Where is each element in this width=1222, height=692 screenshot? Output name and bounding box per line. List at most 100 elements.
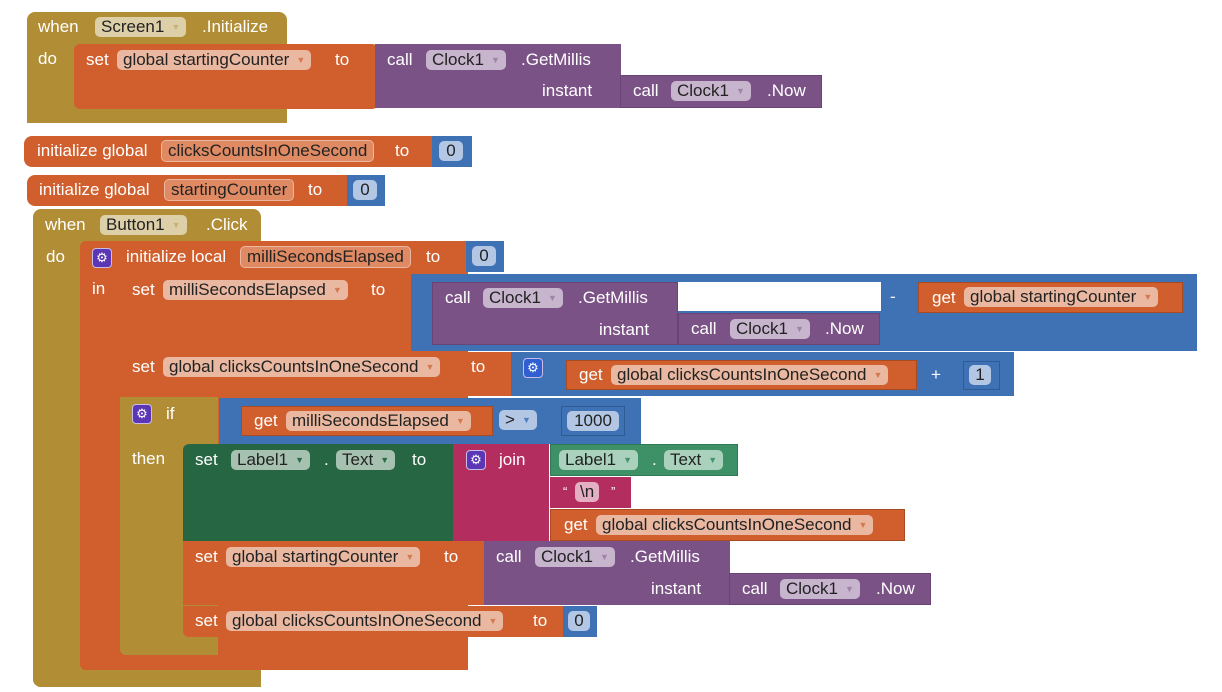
clock-getmillis-block[interactable]: call Clock1 ▼ .GetMillis instant [375, 44, 621, 108]
number-value[interactable]: 1 [969, 365, 991, 385]
get-starting-counter-block[interactable]: get global startingCounter ▼ [918, 282, 1183, 313]
clock-dropdown[interactable]: Clock1 ▼ [426, 50, 506, 70]
dropdown-arrow-icon: ▼ [425, 362, 435, 372]
to-keyword: to [426, 247, 441, 266]
variable-name: global startingCounter [970, 287, 1137, 306]
property-name: Text [670, 450, 702, 469]
variable-dropdown[interactable]: global clicksCountsInOneSecond ▼ [163, 357, 441, 377]
clock-getmillis-block[interactable]: call Clock1 ▼ .GetMillis instant [484, 541, 730, 605]
get-keyword: get [254, 411, 278, 430]
to-keyword: to [308, 180, 323, 199]
set-label-text-block[interactable]: set Label1 ▼ . Text ▼ to [183, 444, 455, 541]
mutator-gear-icon[interactable]: ⚙ [92, 248, 112, 268]
clock-now-block[interactable]: call Clock1 ▼ .Now [678, 313, 880, 345]
get-clicks-count-block[interactable]: get global clicksCountsInOneSecond ▼ [566, 360, 917, 390]
init-global-clicks-block[interactable]: initialize global clicksCountsInOneSecon… [24, 136, 434, 167]
to-keyword: to [412, 450, 427, 469]
mutator-gear-icon[interactable]: ⚙ [523, 358, 543, 378]
get-milliseconds-block[interactable]: get milliSecondsElapsed ▼ [241, 406, 493, 436]
component-name: Label1 [237, 450, 289, 469]
set-starting-counter-block[interactable]: set global startingCounter ▼ to [183, 541, 487, 605]
clock-getmillis-block[interactable]: call Clock1 ▼ .GetMillis instant [432, 282, 678, 345]
component-name: Screen1 [101, 17, 165, 36]
reset-clicks-count-block[interactable]: set global clicksCountsInOneSecond ▼ to [183, 606, 566, 637]
variable-dropdown[interactable]: global startingCounter ▼ [226, 547, 421, 567]
method-name: .GetMillis [578, 288, 648, 307]
number-block[interactable]: 1000 [561, 406, 625, 436]
property-dropdown[interactable]: Text ▼ [664, 450, 724, 470]
text-string-block[interactable]: “ \n ” [550, 477, 631, 508]
number-block[interactable]: 0 [432, 136, 472, 167]
get-keyword: get [932, 288, 956, 307]
number-block[interactable]: 0 [466, 241, 504, 272]
dot-separator: . [324, 450, 329, 469]
clock-dropdown[interactable]: Clock1 ▼ [780, 579, 860, 599]
clock-name: Clock1 [677, 81, 729, 100]
variable-dropdown[interactable]: global clicksCountsInOneSecond ▼ [226, 611, 504, 631]
clock-now-block[interactable]: call Clock1 ▼ .Now [620, 75, 822, 108]
string-value[interactable]: \n [575, 482, 600, 502]
method-name: .GetMillis [630, 547, 700, 566]
clock-dropdown[interactable]: Clock1 ▼ [671, 81, 751, 101]
set-clicks-count-block[interactable]: set global clicksCountsInOneSecond ▼ to [120, 352, 514, 396]
number-value[interactable]: 0 [439, 141, 463, 161]
clock-now-block[interactable]: call Clock1 ▼ .Now [729, 573, 931, 605]
init-global-counter-block[interactable]: initialize global startingCounter to [27, 175, 350, 206]
number-value[interactable]: 0 [568, 611, 590, 631]
component-dropdown[interactable]: Label1 ▼ [559, 450, 638, 470]
variable-dropdown[interactable]: global clicksCountsInOneSecond ▼ [596, 515, 874, 535]
clock-dropdown[interactable]: Clock1 ▼ [535, 547, 615, 567]
local-variable-name-field[interactable]: milliSecondsElapsed [240, 246, 411, 268]
dropdown-arrow-icon: ▼ [490, 55, 500, 65]
initialize-global-label: initialize global [39, 180, 150, 199]
variable-dropdown[interactable]: global clicksCountsInOneSecond ▼ [611, 365, 889, 385]
number-block[interactable]: 0 [563, 606, 597, 637]
to-keyword: to [444, 547, 459, 566]
number-block[interactable]: 1 [963, 361, 1000, 390]
set-starting-counter-block[interactable]: set global startingCounter ▼ to [74, 44, 378, 109]
event-left-rail [33, 640, 80, 687]
dropdown-arrow-icon: ▼ [295, 455, 304, 465]
variable-dropdown[interactable]: global startingCounter ▼ [117, 50, 312, 70]
call-keyword: call [496, 547, 522, 566]
component-dropdown[interactable]: Button1 ▼ [100, 215, 187, 235]
number-block[interactable]: 0 [347, 175, 385, 206]
component-dropdown[interactable]: Screen1 ▼ [95, 17, 187, 37]
number-value[interactable]: 0 [353, 180, 377, 200]
call-keyword: call [691, 319, 717, 338]
init-local-bottom-arm [80, 656, 468, 670]
dropdown-arrow-icon: ▼ [380, 455, 390, 465]
clock-name: Clock1 [541, 547, 593, 566]
mutator-gear-icon[interactable]: ⚙ [466, 450, 486, 470]
compare-operator: > [505, 410, 515, 429]
to-keyword: to [371, 280, 386, 299]
clock-name: Clock1 [786, 579, 838, 598]
variable-name-field[interactable]: startingCounter [164, 179, 295, 201]
variable-name-field[interactable]: clicksCountsInOneSecond [161, 140, 375, 162]
set-milliseconds-elapsed-block[interactable]: set milliSecondsElapsed ▼ to [120, 274, 414, 351]
variable-dropdown[interactable]: milliSecondsElapsed ▼ [286, 411, 471, 431]
method-name: .Now [825, 319, 864, 338]
label-text-getter-block[interactable]: Label1 ▼ . Text ▼ [550, 444, 738, 476]
variable-name: global clicksCountsInOneSecond [232, 611, 482, 630]
to-keyword: to [335, 50, 350, 69]
clock-dropdown[interactable]: Clock1 ▼ [483, 288, 563, 308]
property-dropdown[interactable]: Text ▼ [336, 450, 396, 470]
set-keyword: set [195, 611, 218, 630]
variable-dropdown[interactable]: global startingCounter ▼ [964, 287, 1159, 307]
clock-dropdown[interactable]: Clock1 ▼ [730, 319, 810, 339]
component-name: Label1 [565, 450, 617, 469]
get-clicks-count-block[interactable]: get global clicksCountsInOneSecond ▼ [550, 509, 905, 541]
number-value: 0 [472, 246, 496, 266]
variable-dropdown[interactable]: milliSecondsElapsed ▼ [163, 280, 348, 300]
number-value[interactable]: 1000 [567, 411, 619, 431]
mutator-gear-icon[interactable]: ⚙ [132, 404, 152, 424]
variable-name: global clicksCountsInOneSecond [602, 515, 852, 534]
dropdown-arrow-icon: ▼ [455, 416, 465, 426]
compare-operator-dropdown[interactable]: > ▼ [499, 410, 537, 430]
text-join-block[interactable]: ⚙ join [453, 444, 549, 541]
component-dropdown[interactable]: Label1 ▼ [231, 450, 310, 470]
dropdown-arrow-icon: ▼ [623, 455, 632, 465]
clock-name: Clock1 [489, 288, 541, 307]
call-keyword: call [445, 288, 471, 307]
